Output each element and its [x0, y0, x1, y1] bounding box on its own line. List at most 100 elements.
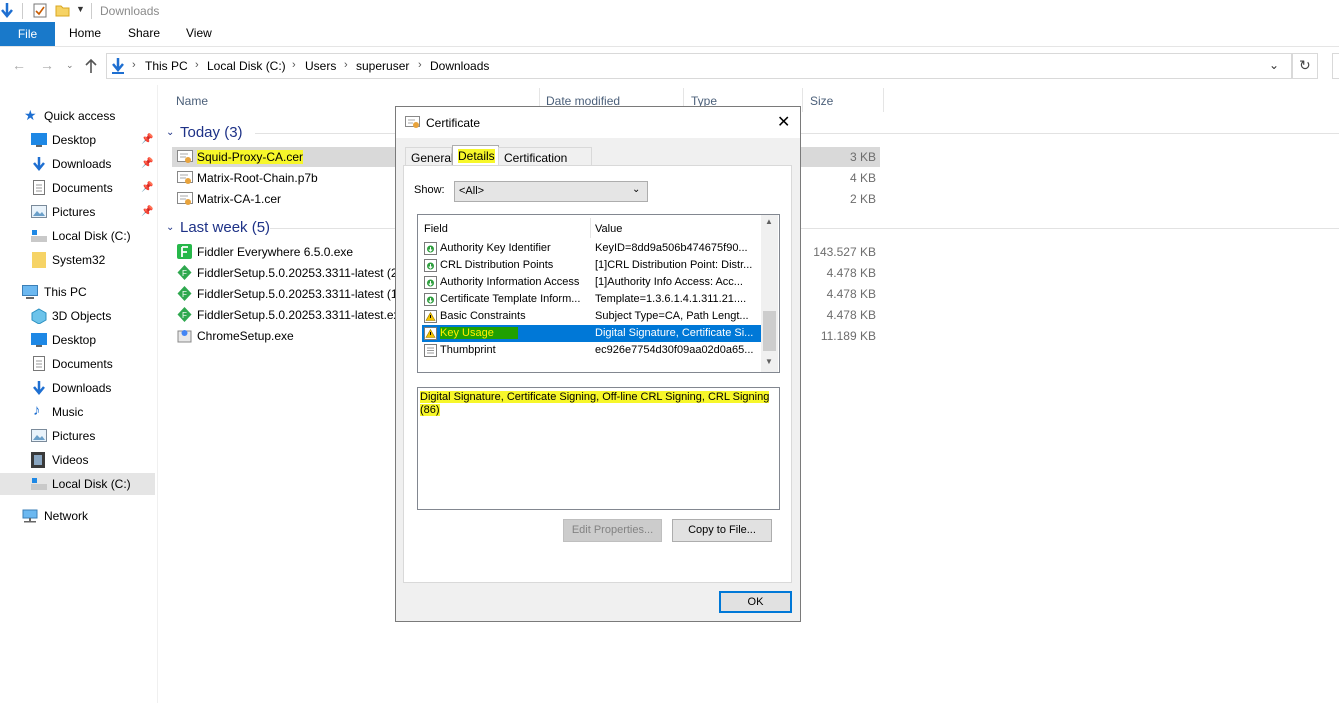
pin-icon[interactable]: 📌 — [141, 158, 153, 169]
address-dropdown-icon[interactable]: ⌄ — [1269, 58, 1279, 72]
field-list[interactable]: Field Value Authority Key Identifier Key… — [417, 214, 780, 373]
group-header-today[interactable]: Today (3) — [180, 124, 243, 141]
chevron-right-icon[interactable]: › — [344, 59, 348, 71]
list-item-selected[interactable]: Key Usage Digital Signature, Certificate… — [422, 325, 761, 342]
collapse-icon[interactable]: ⌄ — [166, 127, 174, 138]
scrollbar[interactable]: ▲ ▼ — [761, 215, 778, 372]
edit-properties-button[interactable]: Edit Properties... — [563, 519, 662, 542]
installer-icon — [177, 330, 192, 343]
field-name: CRL Distribution Points — [440, 259, 554, 271]
tab-share[interactable]: Share — [128, 26, 160, 40]
tab-home[interactable]: Home — [69, 26, 101, 40]
search-input[interactable] — [1332, 53, 1339, 79]
pin-icon[interactable]: 📌 — [141, 134, 153, 145]
up-icon[interactable] — [84, 58, 98, 74]
list-item[interactable]: Certificate Template Inform... Template=… — [422, 291, 761, 308]
dialog-title-bar[interactable]: Certificate ✕ — [396, 107, 800, 138]
field-value: [1]CRL Distribution Point: Distr... — [595, 259, 753, 271]
list-item[interactable]: Authority Information Access [1]Authorit… — [422, 274, 761, 291]
field-name: Authority Information Access — [440, 276, 580, 288]
show-select[interactable]: <All> ⌄ — [454, 181, 648, 202]
field-name: Certificate Template Inform... — [440, 293, 581, 305]
file-name: FiddlerSetup.5.0.20253.3311-latest (2).e… — [197, 266, 425, 280]
nav-3d-objects[interactable]: 3D Objects — [0, 305, 155, 327]
column-header-value[interactable]: Value — [595, 223, 622, 235]
nav-quick-access[interactable]: ★ Quick access — [0, 105, 155, 127]
file-name: ChromeSetup.exe — [197, 329, 294, 343]
breadcrumb-users[interactable]: Users — [305, 59, 336, 73]
address-bar[interactable]: › This PC › Local Disk (C:) › Users › su… — [106, 53, 1292, 79]
nav-desktop[interactable]: Desktop 📌 — [0, 129, 155, 151]
network-icon — [22, 509, 38, 523]
breadcrumb-this-pc[interactable]: This PC — [145, 59, 188, 73]
column-header-field[interactable]: Field — [424, 223, 448, 235]
scroll-down-icon[interactable]: ▼ — [765, 357, 773, 366]
nav-pictures-pc[interactable]: Pictures — [0, 425, 155, 447]
nav-desktop-pc[interactable]: Desktop — [0, 329, 155, 351]
nav-pictures[interactable]: Pictures 📌 — [0, 201, 155, 223]
extension-icon — [424, 276, 437, 289]
forward-icon[interactable]: → — [40, 57, 54, 73]
copy-to-file-button[interactable]: Copy to File... — [672, 519, 772, 542]
list-item[interactable]: CRL Distribution Points [1]CRL Distribut… — [422, 257, 761, 274]
collapse-icon[interactable]: ⌄ — [166, 222, 174, 233]
nav-label: 3D Objects — [52, 309, 112, 323]
column-divider[interactable] — [883, 88, 884, 112]
nav-label: Pictures — [52, 205, 96, 219]
tab-file[interactable]: File — [0, 22, 55, 46]
chevron-right-icon[interactable]: › — [195, 59, 199, 71]
breadcrumb-superuser[interactable]: superuser — [356, 59, 409, 73]
breadcrumb-local-disk[interactable]: Local Disk (C:) — [207, 59, 286, 73]
group-header-last-week[interactable]: Last week (5) — [180, 219, 270, 236]
list-item[interactable]: Thumbprint ec926e7754d30f09aa02d0a65... — [422, 342, 761, 359]
nav-label: Desktop — [52, 133, 97, 147]
field-value: Digital Signature, Certificate Si... — [595, 327, 754, 339]
nav-music[interactable]: ♪ Music — [0, 401, 155, 423]
recent-locations-icon[interactable]: ⌄ — [66, 60, 74, 71]
svg-text:F: F — [182, 290, 187, 299]
properties-icon[interactable] — [33, 3, 47, 18]
customize-qat-icon[interactable]: ▼ — [76, 4, 85, 14]
breadcrumb-downloads[interactable]: Downloads — [430, 59, 489, 73]
list-item[interactable]: Authority Key Identifier KeyID=8dd9a506b… — [422, 240, 761, 257]
title-bar: ▼ Downloads — [0, 0, 1339, 22]
tab-general[interactable]: General — [405, 147, 454, 167]
column-divider[interactable] — [590, 218, 591, 238]
chevron-right-icon[interactable]: › — [132, 59, 136, 71]
close-icon[interactable]: ✕ — [777, 112, 790, 132]
nav-videos[interactable]: Videos — [0, 449, 155, 471]
list-item[interactable]: Basic Constraints Subject Type=CA, Path … — [422, 308, 761, 325]
nav-network[interactable]: Network — [0, 505, 155, 527]
nav-downloads-pc[interactable]: Downloads — [0, 377, 155, 399]
tab-view[interactable]: View — [186, 26, 212, 40]
value-textbox[interactable]: Digital Signature, Certificate Signing, … — [417, 387, 780, 510]
nav-system32[interactable]: System32 — [0, 249, 155, 271]
field-name: Thumbprint — [440, 344, 496, 356]
nav-pane-divider — [157, 85, 158, 703]
nav-local-disk-pc[interactable]: Local Disk (C:) — [0, 473, 155, 495]
down-arrow-icon[interactable] — [0, 2, 14, 20]
scrollbar-thumb[interactable] — [763, 311, 776, 351]
nav-label: Quick access — [44, 109, 116, 123]
column-header-name[interactable]: Name — [176, 94, 208, 108]
show-select-value: <All> — [459, 185, 485, 197]
pin-icon[interactable]: 📌 — [141, 206, 153, 217]
chevron-right-icon[interactable]: › — [418, 59, 422, 71]
nav-this-pc[interactable]: This PC — [0, 281, 155, 303]
field-name: Key Usage — [440, 327, 518, 339]
column-header-size[interactable]: Size — [810, 94, 833, 108]
new-folder-icon[interactable] — [55, 3, 70, 17]
chevron-right-icon[interactable]: › — [292, 59, 296, 71]
column-divider[interactable] — [802, 88, 803, 112]
pin-icon[interactable]: 📌 — [141, 182, 153, 193]
back-icon[interactable]: ← — [12, 57, 26, 73]
nav-documents[interactable]: Documents 📌 — [0, 177, 155, 199]
tab-certification-path[interactable]: Certification Path — [498, 147, 592, 179]
nav-documents-pc[interactable]: Documents — [0, 353, 155, 375]
refresh-button[interactable]: ↻ — [1292, 53, 1318, 79]
ok-button[interactable]: OK — [719, 591, 792, 613]
nav-downloads[interactable]: Downloads 📌 — [0, 153, 155, 175]
scroll-up-icon[interactable]: ▲ — [765, 217, 773, 226]
nav-local-disk-quick[interactable]: Local Disk (C:) — [0, 225, 155, 247]
nav-label: Downloads — [52, 381, 112, 395]
